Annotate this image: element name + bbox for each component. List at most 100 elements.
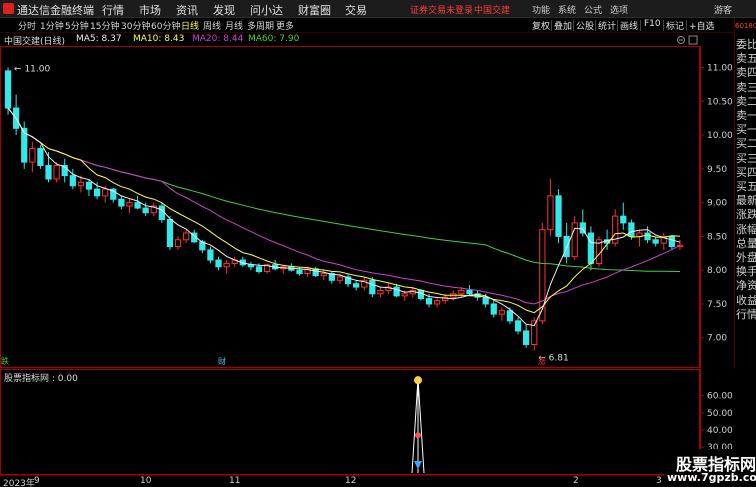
btn-add-favorite[interactable]: +自选 bbox=[689, 19, 715, 32]
candle bbox=[215, 256, 222, 271]
indicator-tick-label: 40.00 bbox=[707, 426, 733, 436]
indicator-tick-label: 60.00 bbox=[707, 392, 733, 402]
period-daily[interactable]: 日线 bbox=[181, 19, 199, 32]
chart-frame bbox=[0, 46, 700, 368]
candle bbox=[29, 141, 36, 173]
btn-overlay[interactable]: 叠加 bbox=[554, 19, 572, 32]
date-label: 2 bbox=[573, 476, 579, 486]
candle bbox=[263, 263, 271, 274]
candle bbox=[4, 67, 12, 115]
period-5min[interactable]: 5分钟 bbox=[65, 19, 89, 32]
indicator-chart[interactable]: 60.0050.0040.0030.0020.00 bbox=[0, 369, 734, 475]
price-tick-label: 7.00 bbox=[707, 334, 727, 344]
panel-controls bbox=[677, 35, 698, 45]
candle bbox=[150, 202, 157, 217]
divider bbox=[617, 20, 618, 31]
candle bbox=[207, 246, 214, 264]
menu-quotes[interactable]: 行情 bbox=[102, 2, 124, 18]
period-monthly[interactable]: 月线 bbox=[225, 19, 243, 32]
candle bbox=[288, 263, 295, 272]
btn-adjust[interactable]: 复权 bbox=[532, 19, 550, 32]
app-logo-icon bbox=[3, 3, 14, 14]
indicator-tick-label: 50.00 bbox=[707, 409, 733, 419]
divider bbox=[663, 20, 664, 31]
menu-market[interactable]: 市场 bbox=[139, 2, 161, 18]
btn-stats[interactable]: 统计 bbox=[598, 19, 616, 32]
event-mark-left[interactable]: 跌 bbox=[1, 356, 9, 366]
divider bbox=[573, 20, 574, 31]
price-tick-label: 8.50 bbox=[707, 232, 727, 242]
candle bbox=[328, 271, 335, 284]
candle bbox=[361, 276, 368, 291]
candle bbox=[433, 297, 441, 308]
period-60min[interactable]: 60分钟 bbox=[151, 19, 180, 32]
divider bbox=[595, 20, 596, 31]
menu-wealth[interactable]: 财富圈 bbox=[298, 2, 331, 18]
btn-share[interactable]: 公股 bbox=[576, 19, 594, 32]
period-15min[interactable]: 15分钟 bbox=[90, 19, 119, 32]
indicator-spike bbox=[411, 376, 425, 474]
price-tick-label: 9.00 bbox=[707, 199, 727, 209]
period-weekly[interactable]: 周线 bbox=[203, 19, 221, 32]
tool-system[interactable]: 系统 bbox=[558, 3, 576, 16]
candle bbox=[272, 260, 279, 271]
date-axis: 2023年 9 10 11 12 2 3 bbox=[0, 475, 756, 487]
candle bbox=[174, 236, 182, 250]
side-tab[interactable]: 行情 bbox=[736, 306, 756, 322]
period-multi[interactable]: 多周期 bbox=[247, 19, 274, 32]
btn-mark[interactable]: 标记 bbox=[666, 19, 684, 32]
period-timeshare[interactable]: 分时 bbox=[18, 19, 36, 32]
period-more[interactable]: 更多 bbox=[276, 19, 294, 32]
ma20-value: MA20: 8.44 bbox=[192, 34, 244, 44]
event-mark-finance[interactable]: 财 bbox=[218, 356, 226, 366]
candle bbox=[231, 256, 238, 267]
date-label: 3 bbox=[656, 476, 662, 486]
signal-dot-mid bbox=[415, 432, 421, 439]
divider bbox=[640, 20, 641, 31]
candle bbox=[239, 256, 246, 267]
candle bbox=[514, 317, 522, 335]
indicator-frame bbox=[0, 369, 700, 475]
candle bbox=[166, 216, 174, 250]
app-title: 通达信金融终端 bbox=[17, 4, 94, 17]
price-tick-label: 10.50 bbox=[707, 97, 733, 107]
btn-draw[interactable]: 画线 bbox=[620, 19, 638, 32]
ma20-line bbox=[7, 107, 681, 305]
menu-news[interactable]: 资讯 bbox=[176, 2, 198, 18]
btn-f10[interactable]: F10 bbox=[644, 19, 661, 29]
candle bbox=[385, 283, 392, 294]
candle bbox=[223, 260, 230, 274]
event-mark-rise[interactable]: 涨 bbox=[538, 356, 546, 366]
login-notice[interactable]: 证券交易未登录 bbox=[410, 3, 473, 16]
ma5-line bbox=[7, 107, 681, 327]
candle bbox=[555, 189, 562, 244]
candle bbox=[158, 202, 165, 223]
price-tick-label: 10.00 bbox=[707, 131, 733, 141]
tool-formula[interactable]: 公式 bbox=[584, 3, 602, 16]
menu-discover[interactable]: 发现 bbox=[213, 2, 235, 18]
tool-options[interactable]: 选项 bbox=[610, 3, 628, 16]
price-chart[interactable]: ← 11.00← 6.81跌财涨 bbox=[0, 46, 700, 368]
candle bbox=[571, 216, 578, 261]
candle bbox=[466, 285, 473, 296]
tool-function[interactable]: 功能 bbox=[532, 3, 550, 16]
date-label: 11 bbox=[229, 476, 241, 486]
panel-minimize-icon[interactable] bbox=[677, 36, 685, 44]
menu-ask[interactable]: 问小达 bbox=[250, 2, 283, 18]
ma5-value: MA5: 8.37 bbox=[76, 34, 122, 44]
watermark-url: www.7gpzb.com bbox=[667, 471, 756, 484]
period-30min[interactable]: 30分钟 bbox=[121, 19, 150, 32]
notice-stock[interactable]: 中国交建 bbox=[474, 3, 510, 16]
high-label: ← 11.00 bbox=[14, 65, 50, 75]
period-toolbar: 分时 1分钟 5分钟 15分钟 30分钟 60分钟 日线 周线 月线 多周期 更… bbox=[0, 18, 734, 33]
candle bbox=[490, 300, 497, 318]
signal-dot-top bbox=[414, 376, 422, 385]
candle bbox=[636, 229, 643, 247]
panel-expand-icon[interactable] bbox=[688, 35, 698, 45]
candle bbox=[652, 236, 659, 247]
ma-info-line: 中国交建(日线) MA5: 8.37 MA10: 8.43 MA20: 8.44… bbox=[0, 34, 700, 47]
price-tick-label: 9.50 bbox=[707, 165, 727, 175]
menu-trade[interactable]: 交易 bbox=[345, 2, 367, 18]
period-1min[interactable]: 1分钟 bbox=[40, 19, 64, 32]
guest-label[interactable]: 游客 bbox=[714, 3, 732, 16]
